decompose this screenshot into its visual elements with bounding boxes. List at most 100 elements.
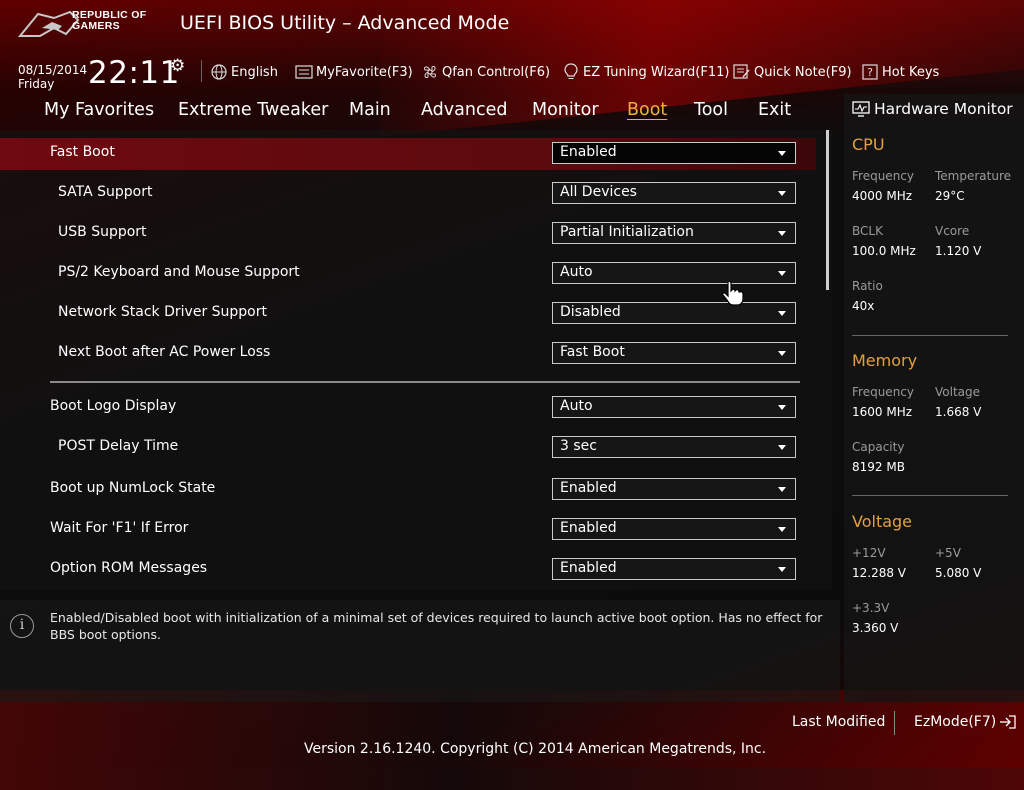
cpu-vcore-value: 1.120 V: [935, 244, 982, 258]
tab-exit[interactable]: Exit: [758, 100, 791, 120]
dropdown-post-delay[interactable]: 3 sec: [552, 436, 796, 458]
dropdown-value: Enabled: [560, 480, 617, 496]
cpu-temperature-label: Temperature: [935, 169, 1012, 183]
memory-heading: Memory: [852, 351, 918, 370]
chevron-down-icon: [778, 151, 786, 156]
chevron-down-icon: [778, 351, 786, 356]
ezmode-label: EzMode(F7): [914, 714, 997, 730]
toolbar-divider: [201, 60, 202, 82]
ezmode-button[interactable]: EzMode(F7): [914, 714, 1018, 730]
tab-boot[interactable]: Boot: [627, 100, 667, 120]
dropdown-value: Fast Boot: [560, 344, 625, 360]
setting-label-post-delay: POST Delay Time: [58, 438, 179, 454]
monitor-icon: [852, 101, 870, 117]
chevron-down-icon: [778, 311, 786, 316]
dropdown-boot-logo[interactable]: Auto: [552, 396, 796, 418]
clock: 22:11: [88, 55, 180, 91]
tab-advanced[interactable]: Advanced: [421, 100, 507, 120]
tab-extreme-tweaker[interactable]: Extreme Tweaker: [178, 100, 328, 120]
note-icon: [733, 63, 751, 81]
memory-capacity-label: Capacity: [852, 440, 905, 454]
memory-frequency-label: Frequency: [852, 385, 914, 399]
myfavorite-button[interactable]: MyFavorite(F3): [295, 62, 413, 82]
voltage-33v-value: 3.360 V: [852, 621, 899, 635]
dropdown-usb-support[interactable]: Partial Initialization: [552, 222, 796, 244]
rog-logo-text: REPUBLIC OF GAMERS: [72, 9, 147, 32]
chevron-down-icon: [778, 567, 786, 572]
setting-label-sata-support: SATA Support: [58, 184, 153, 200]
setting-label-next-boot-ac: Next Boot after AC Power Loss: [58, 344, 271, 360]
setting-label-numlock: Boot up NumLock State: [50, 480, 216, 496]
dropdown-network-stack[interactable]: Disabled: [552, 302, 796, 324]
dropdown-value: Disabled: [560, 304, 621, 320]
memory-capacity-value: 8192 MB: [852, 460, 905, 474]
footer-divider: [894, 711, 895, 735]
day: Friday: [18, 77, 55, 91]
cpu-heading: CPU: [852, 135, 885, 154]
dropdown-fast-boot[interactable]: Enabled: [552, 142, 796, 164]
dropdown-option-rom[interactable]: Enabled: [552, 558, 796, 580]
hw-divider: [852, 335, 1008, 336]
setting-label-option-rom: Option ROM Messages: [50, 560, 208, 576]
dropdown-value: Auto: [560, 398, 593, 414]
dropdown-value: Enabled: [560, 560, 617, 576]
gear-icon[interactable]: ⚙: [170, 56, 185, 76]
tab-monitor[interactable]: Monitor: [532, 100, 599, 120]
dropdown-numlock[interactable]: Enabled: [552, 478, 796, 500]
info-icon: i: [10, 614, 34, 638]
voltage-12v-value: 12.288 V: [852, 566, 907, 580]
cpu-bclk-label: BCLK: [852, 224, 883, 238]
hardware-monitor-label: Hardware Monitor: [874, 100, 1013, 118]
favorite-list-icon: [295, 63, 313, 81]
question-icon: ?: [861, 63, 879, 81]
hot-keys-label: Hot Keys: [882, 64, 940, 80]
ez-tuning-label: EZ Tuning Wizard(F11): [583, 64, 730, 80]
cpu-frequency-label: Frequency: [852, 169, 914, 183]
setting-label-network-stack: Network Stack Driver Support: [58, 304, 267, 320]
dropdown-value: Partial Initialization: [560, 224, 694, 240]
globe-icon: [210, 63, 228, 81]
cpu-bclk-value: 100.0 MHz: [852, 244, 916, 258]
last-modified-button[interactable]: Last Modified: [792, 714, 885, 730]
voltage-5v-value: 5.080 V: [935, 566, 982, 580]
hot-keys-button[interactable]: ? Hot Keys: [861, 62, 939, 82]
svg-text:?: ?: [867, 66, 873, 79]
cpu-vcore-label: Vcore: [935, 224, 970, 238]
memory-frequency-value: 1600 MHz: [852, 405, 913, 419]
quick-note-button[interactable]: Quick Note(F9): [733, 62, 852, 82]
fan-icon: [421, 63, 439, 81]
dropdown-sata-support[interactable]: All Devices: [552, 182, 796, 204]
memory-voltage-value: 1.668 V: [935, 405, 982, 419]
language-button[interactable]: English: [210, 62, 278, 82]
myfavorite-label: MyFavorite(F3): [316, 64, 413, 80]
tab-tool[interactable]: Tool: [694, 100, 728, 120]
version-text: Version 2.16.1240. Copyright (C) 2014 Am…: [304, 741, 767, 757]
setting-label-wait-f1: Wait For 'F1' If Error: [50, 520, 189, 536]
tab-main[interactable]: Main: [349, 100, 391, 120]
dropdown-value: Enabled: [560, 144, 617, 160]
memory-voltage-label: Voltage: [935, 385, 981, 399]
hardware-monitor-title: Hardware Monitor: [852, 100, 1013, 118]
quick-note-label: Quick Note(F9): [754, 64, 852, 80]
voltage-12v-label: +12V: [852, 546, 886, 560]
dropdown-next-boot-ac[interactable]: Fast Boot: [552, 342, 796, 364]
setting-label-usb-support: USB Support: [58, 224, 147, 240]
qfan-control-button[interactable]: Qfan Control(F6): [421, 62, 550, 82]
exit-arrow-icon: [1000, 715, 1016, 729]
dropdown-wait-f1[interactable]: Enabled: [552, 518, 796, 540]
cpu-temperature-value: 29°C: [935, 189, 965, 203]
setting-label-ps2-support: PS/2 Keyboard and Mouse Support: [58, 264, 300, 280]
dropdown-ps2-support[interactable]: Auto: [552, 262, 796, 284]
chevron-down-icon: [778, 271, 786, 276]
date: 08/15/2014: [18, 63, 88, 77]
qfan-label: Qfan Control(F6): [442, 64, 551, 80]
hand-cursor-icon: [722, 280, 744, 306]
hw-divider: [852, 495, 1008, 496]
voltage-33v-label: +3.3V: [852, 601, 890, 615]
dropdown-value: Auto: [560, 264, 593, 280]
ez-tuning-wizard-button[interactable]: EZ Tuning Wizard(F11): [562, 62, 729, 82]
settings-scrollbar[interactable]: [826, 130, 829, 290]
tab-my-favorites[interactable]: My Favorites: [44, 100, 154, 120]
lightbulb-icon: [562, 63, 580, 81]
background-swoosh-bottom: [0, 690, 1024, 790]
